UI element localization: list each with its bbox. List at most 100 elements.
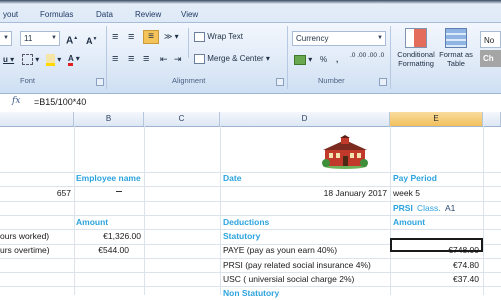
cell-style-check[interactable]: Ch bbox=[480, 50, 501, 67]
deductions-header: Deductions bbox=[223, 217, 270, 227]
underline-button[interactable]: u ▾ bbox=[3, 53, 14, 67]
tab-data[interactable]: Data bbox=[96, 10, 113, 19]
format-as-table-label: Format as Table bbox=[439, 50, 473, 68]
decrease-indent-button[interactable]: ⇤ bbox=[160, 52, 168, 66]
fill-color-button[interactable]: ▾ bbox=[46, 53, 61, 67]
align-bottom-button[interactable]: ≡ bbox=[143, 30, 159, 44]
format-as-table-button[interactable]: Format as Table bbox=[439, 28, 473, 68]
align-center-button[interactable]: ≡ bbox=[128, 52, 134, 66]
align-right-button[interactable]: ≡ bbox=[143, 52, 149, 66]
accounting-format-button[interactable]: ▾ bbox=[294, 53, 312, 67]
merge-center-label: Merge & Center bbox=[207, 54, 264, 63]
font-color-icon: A bbox=[68, 54, 74, 66]
amount-header-e: Amount bbox=[393, 217, 426, 227]
date-cell[interactable]: 18 January 2017 bbox=[220, 187, 387, 200]
increase-indent-button[interactable]: ⇥ bbox=[174, 52, 182, 66]
column-header-b[interactable]: B bbox=[74, 112, 144, 126]
column-header-d[interactable]: D bbox=[220, 112, 390, 126]
amount-header-b: Amount bbox=[76, 217, 109, 227]
usc-amount[interactable]: €37.40 bbox=[390, 273, 479, 286]
tab-page-layout[interactable]: yout bbox=[3, 10, 18, 19]
alignment-group-label: Alignment bbox=[172, 76, 206, 85]
usc-label[interactable]: USC ( universial social charge 2%) bbox=[223, 273, 354, 286]
borders-icon bbox=[22, 54, 33, 66]
comma-style-button[interactable]: , bbox=[336, 53, 338, 67]
wrap-text-label: Wrap Text bbox=[207, 32, 243, 41]
number-format-value: Currency bbox=[296, 34, 329, 43]
font-color-button[interactable]: A ▾ bbox=[68, 52, 80, 66]
separator bbox=[106, 26, 107, 89]
shrink-font-button[interactable]: A▼ bbox=[86, 32, 97, 48]
conditional-formatting-icon bbox=[405, 28, 427, 48]
font-size-value: 11 bbox=[24, 34, 33, 43]
wrap-text-button[interactable]: Wrap Text bbox=[194, 30, 243, 44]
align-left-button[interactable]: ≡ bbox=[112, 52, 118, 66]
overtime-amount[interactable]: €544.00 bbox=[74, 244, 129, 257]
decrease-decimal-button[interactable]: .00 .0 bbox=[368, 52, 384, 59]
align-top-button[interactable]: ≡ bbox=[112, 30, 118, 44]
font-name-dropdown[interactable]: ▼ bbox=[0, 31, 12, 46]
gridline bbox=[220, 126, 221, 295]
separator bbox=[390, 26, 391, 89]
employee-name-cell[interactable] bbox=[116, 191, 122, 192]
column-header-c[interactable]: C bbox=[144, 112, 220, 126]
paye-label[interactable]: PAYE (pay as youn earn 40%) bbox=[223, 244, 337, 257]
employee-name-header: Employee name bbox=[76, 173, 141, 183]
percent-style-button[interactable]: % bbox=[320, 53, 327, 67]
column-header-f[interactable] bbox=[483, 112, 501, 126]
alignment-dialog-launcher[interactable] bbox=[276, 78, 284, 86]
hours-worked-label[interactable]: ours worked) bbox=[0, 230, 49, 243]
format-as-table-icon bbox=[445, 28, 467, 48]
formula-input[interactable]: =B15/100*40 bbox=[34, 97, 86, 107]
cell-style-normal[interactable]: No bbox=[480, 31, 501, 48]
conditional-formatting-label: Conditional Formatting bbox=[397, 50, 435, 68]
font-group-label: Font bbox=[20, 76, 36, 85]
separator bbox=[188, 28, 189, 58]
borders-button[interactable]: ▾ bbox=[22, 53, 39, 67]
orientation-button[interactable]: ≫ ▾ bbox=[164, 30, 179, 44]
separator bbox=[287, 26, 288, 89]
column-header-a[interactable] bbox=[0, 112, 74, 126]
hours-worked-amount[interactable]: €1,326.00 bbox=[74, 230, 141, 243]
column-headers: B C D E bbox=[0, 112, 501, 127]
pay-period-cell[interactable]: week 5 bbox=[393, 187, 420, 200]
prsi-row-label[interactable]: PRSI (pay related social insurance 4%) bbox=[223, 259, 371, 272]
fill-color-icon bbox=[46, 53, 55, 66]
font-dialog-launcher[interactable] bbox=[96, 78, 104, 86]
prsi-class-value[interactable]: A1 bbox=[445, 202, 455, 215]
formula-bar: fx =B15/100*40 bbox=[0, 93, 501, 113]
date-header: Date bbox=[223, 173, 242, 183]
number-format-dropdown[interactable]: Currency ▼ bbox=[292, 31, 386, 46]
number-group-label: Number bbox=[318, 76, 345, 85]
chevron-down-icon: ▼ bbox=[51, 35, 57, 41]
increase-decimal-button[interactable]: .0 .00 bbox=[350, 52, 366, 59]
align-middle-button[interactable]: ≡ bbox=[128, 30, 134, 44]
overtime-label[interactable]: urs overtime) bbox=[0, 244, 50, 257]
chevron-down-icon: ▼ bbox=[377, 35, 383, 41]
tab-formulas[interactable]: Formulas bbox=[40, 10, 73, 19]
statutory-header: Statutory bbox=[223, 231, 261, 241]
number-dialog-launcher[interactable] bbox=[379, 78, 387, 86]
worksheet-grid[interactable]: Employee name Date Pay Period 657 18 Jan… bbox=[0, 126, 501, 298]
gridline bbox=[74, 126, 75, 295]
merge-cells-icon bbox=[194, 53, 205, 64]
chevron-down-icon: ▼ bbox=[3, 35, 9, 41]
conditional-formatting-button[interactable]: Conditional Formatting bbox=[394, 28, 438, 68]
gridline bbox=[144, 126, 145, 295]
employee-id-cell[interactable]: 657 bbox=[0, 187, 71, 200]
prsi-label: PRSI bbox=[393, 203, 413, 213]
font-size-dropdown[interactable]: 11 ▼ bbox=[20, 31, 60, 46]
tab-review[interactable]: Review bbox=[135, 10, 161, 19]
prsi-amount[interactable]: €74.80 bbox=[390, 259, 479, 272]
currency-icon bbox=[294, 54, 306, 65]
paye-amount[interactable]: €748.00 bbox=[390, 244, 479, 257]
wrap-text-icon bbox=[194, 31, 205, 42]
merge-center-button[interactable]: Merge & Center ▾ bbox=[194, 52, 270, 66]
pay-period-header: Pay Period bbox=[393, 173, 437, 183]
gridline bbox=[483, 126, 484, 295]
grow-font-button[interactable]: A▲ bbox=[66, 31, 78, 48]
insert-function-icon[interactable]: fx bbox=[12, 96, 26, 109]
tab-view[interactable]: View bbox=[181, 10, 198, 19]
non-statutory-header: Non Statutory bbox=[223, 288, 280, 298]
column-header-e[interactable]: E bbox=[390, 112, 483, 126]
